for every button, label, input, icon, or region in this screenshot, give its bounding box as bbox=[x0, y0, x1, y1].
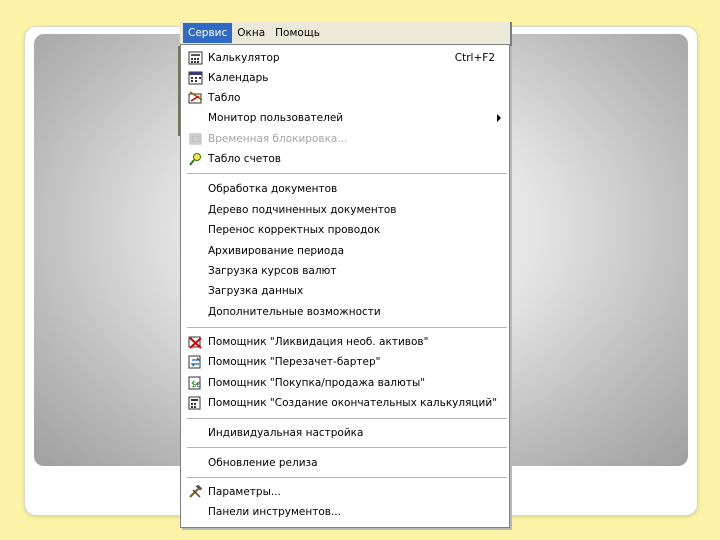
menu-separator bbox=[187, 418, 507, 419]
menu-item-label: Обновление релиза bbox=[208, 457, 318, 469]
menu-item-load-data[interactable]: Загрузка данных bbox=[181, 281, 509, 301]
menu-item-label: Панели инструментов... bbox=[208, 506, 341, 518]
menu-item-label: Помощник "Покупка/продажа валюты" bbox=[208, 377, 426, 389]
menu-item-label: Помощник "Ликвидация необ. активов" bbox=[208, 336, 429, 348]
menu-service[interactable]: Сервис bbox=[183, 23, 233, 43]
menu-item-document-processing[interactable]: Обработка документов bbox=[181, 179, 509, 199]
menu-help[interactable]: Помощь bbox=[270, 23, 325, 43]
menu-item-label: Временная блокировка... bbox=[208, 133, 348, 145]
service-dropdown-menu: Калькулятор Ctrl+F2 Календарь Табло Мони… bbox=[180, 44, 510, 528]
submenu-arrow-icon bbox=[497, 114, 501, 122]
menu-item-archive-period[interactable]: Архивирование периода bbox=[181, 241, 509, 261]
menu-item-release-update[interactable]: Обновление релиза bbox=[181, 453, 509, 473]
menu-windows[interactable]: Окна bbox=[232, 23, 270, 43]
menu-item-label: Табло bbox=[208, 92, 241, 104]
menu-item-calculation-wizard[interactable]: Помощник "Создание окончательных калькул… bbox=[181, 393, 509, 413]
menu-item-label: Монитор пользователей bbox=[208, 112, 344, 124]
menu-item-label: Загрузка данных bbox=[208, 285, 304, 297]
menu-item-barter-wizard[interactable]: Помощник "Перезачет-бартер" bbox=[181, 352, 509, 372]
currency-wizard-icon: $ € bbox=[188, 376, 201, 390]
menu-item-transfer-entries[interactable]: Перенос корректных проводок bbox=[181, 220, 509, 240]
menu-item-label: Загрузка курсов валют bbox=[208, 265, 337, 277]
menu-item-label: Дерево подчиненных документов bbox=[208, 204, 397, 216]
menu-item-extra-features[interactable]: Дополнительные возможности bbox=[181, 302, 509, 322]
lock-icon bbox=[189, 133, 202, 145]
menu-item-label: Параметры... bbox=[208, 486, 281, 498]
menu-item-currency-wizard[interactable]: $ € Помощник "Покупка/продажа валюты" bbox=[181, 373, 509, 393]
menu-item-label: Индивидуальная настройка bbox=[208, 427, 364, 439]
menu-item-individual-settings[interactable]: Индивидуальная настройка bbox=[181, 423, 509, 443]
menu-item-label: Обработка документов bbox=[208, 183, 338, 195]
menu-item-board[interactable]: Табло bbox=[181, 88, 509, 108]
calendar-icon bbox=[188, 71, 203, 85]
menu-item-label: Перенос корректных проводок bbox=[208, 224, 381, 236]
board-icon bbox=[188, 91, 203, 104]
accounts-board-icon bbox=[189, 153, 201, 166]
menu-bar: Сервис Окна Помощь bbox=[180, 22, 510, 45]
menu-item-label: Помощник "Создание окончательных калькул… bbox=[208, 397, 498, 409]
barter-wizard-icon bbox=[188, 355, 201, 369]
menu-item-label: Калькулятор bbox=[208, 52, 280, 64]
menu-separator bbox=[187, 447, 507, 448]
menu-separator bbox=[187, 327, 507, 328]
tools-icon bbox=[189, 485, 203, 498]
calculation-wizard-icon bbox=[188, 396, 201, 410]
svg-text:€: € bbox=[196, 381, 200, 389]
menu-item-parameters[interactable]: Параметры... bbox=[181, 482, 509, 502]
menu-separator bbox=[187, 173, 507, 174]
menu-item-toolbars[interactable]: Панели инструментов... bbox=[181, 502, 509, 522]
menu-item-label: Табло счетов bbox=[208, 153, 281, 165]
menu-item-calendar[interactable]: Календарь bbox=[181, 68, 509, 88]
menu-item-shortcut: Ctrl+F2 bbox=[454, 52, 495, 64]
liquidation-wizard-icon bbox=[188, 336, 202, 349]
menu-item-user-monitor[interactable]: Монитор пользователей bbox=[181, 108, 509, 128]
menu-item-label: Архивирование периода bbox=[208, 245, 345, 257]
menu-item-label: Календарь bbox=[208, 72, 269, 84]
menu-item-liquidation-wizard[interactable]: Помощник "Ликвидация необ. активов" bbox=[181, 332, 509, 352]
menu-item-label: Помощник "Перезачет-бартер" bbox=[208, 356, 381, 368]
menu-item-subordinate-tree[interactable]: Дерево подчиненных документов bbox=[181, 200, 509, 220]
calculator-icon bbox=[188, 51, 203, 65]
menu-separator bbox=[187, 477, 507, 478]
menu-item-load-rates[interactable]: Загрузка курсов валют bbox=[181, 261, 509, 281]
menu-item-accounts-board[interactable]: Табло счетов bbox=[181, 149, 509, 169]
menu-item-temporary-lock[interactable]: Временная блокировка... bbox=[181, 129, 509, 149]
menu-item-label: Дополнительные возможности bbox=[208, 306, 381, 318]
menu-item-calculator[interactable]: Калькулятор Ctrl+F2 bbox=[181, 48, 509, 68]
dropdown-shadow bbox=[510, 22, 512, 530]
